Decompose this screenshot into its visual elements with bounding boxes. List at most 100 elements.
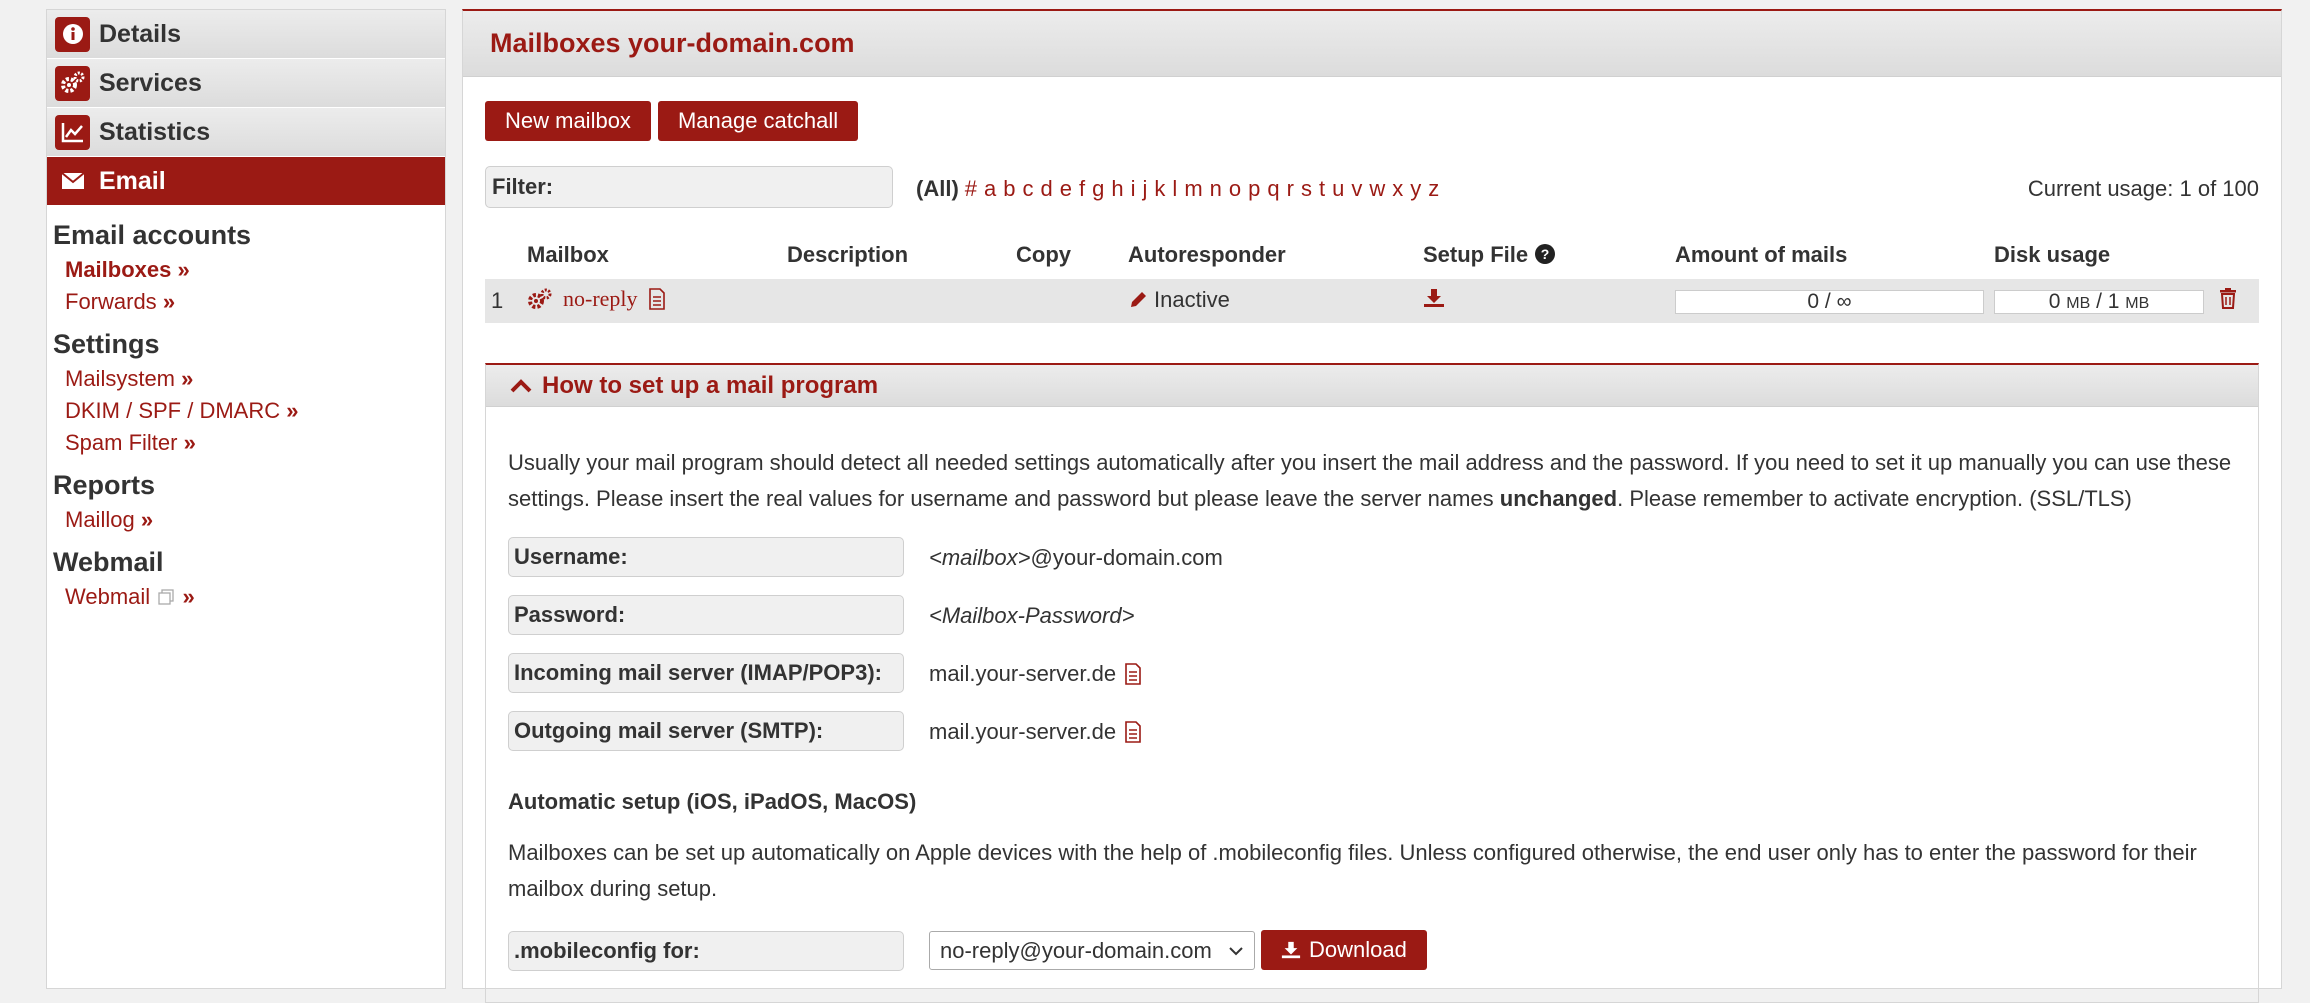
col-setup-file: Setup File ?	[1423, 231, 1675, 279]
howto-intro: Usually your mail program should detect …	[508, 450, 2232, 511]
sidebar-item-webmail[interactable]: Webmail »	[65, 584, 445, 610]
outgoing-server-value: mail.your-server.de	[929, 719, 1142, 745]
svg-text:?: ?	[1541, 246, 1550, 262]
chevron-up-icon	[510, 378, 532, 392]
letter-link[interactable]: r	[1287, 176, 1294, 201]
filter-input[interactable]: Filter:	[485, 166, 893, 208]
letter-filter: (All) # a b c d e f g h i j k l m n o p q r s t u v w x y z	[916, 176, 1446, 202]
col-amount: Amount of mails	[1675, 242, 1848, 267]
mailbox-link[interactable]: no-reply	[563, 286, 638, 312]
help-icon[interactable]: ?	[1534, 243, 1556, 265]
letter-link[interactable]: w	[1369, 176, 1385, 201]
autoresponder-cell[interactable]: Inactive	[1128, 279, 1423, 323]
document-icon[interactable]	[648, 288, 666, 310]
letter-all[interactable]: (All)	[916, 176, 959, 202]
section-settings: Settings	[53, 329, 160, 359]
external-window-icon	[158, 589, 174, 605]
download-icon	[1281, 941, 1301, 959]
sidebar-item-maillog[interactable]: Maillog »	[65, 507, 445, 533]
tab-details[interactable]: Details	[47, 10, 445, 59]
tab-label: Details	[99, 19, 181, 48]
sidebar-item-mailsystem[interactable]: Mailsystem »	[65, 366, 445, 392]
tab-services[interactable]: Services	[47, 59, 445, 108]
section-webmail: Webmail	[53, 547, 164, 577]
tab-label: Services	[99, 68, 202, 97]
letter-link[interactable]: g	[1092, 176, 1104, 201]
page-title: Mailboxes your-domain.com	[490, 28, 855, 58]
letter-link[interactable]: p	[1248, 176, 1260, 201]
letter-link[interactable]: x	[1392, 176, 1403, 201]
main-panel: Mailboxes your-domain.com New mailbox Ma…	[462, 9, 2282, 1003]
howto-toggle[interactable]: How to set up a mail program	[486, 365, 2258, 407]
letter-link[interactable]: s	[1301, 176, 1312, 201]
mobileconfig-select[interactable]: no-reply@your-domain.com	[929, 931, 1255, 970]
usage-counter: Current usage: 1 of 100	[2027, 176, 2259, 201]
tab-email[interactable]: Email	[47, 157, 445, 206]
mailbox-table: Mailbox Description Copy Autoresponder S…	[485, 231, 2259, 323]
letter-link[interactable]: d	[1041, 176, 1053, 201]
toolbar: New mailbox Manage catchall	[485, 101, 859, 141]
section-reports: Reports	[53, 470, 156, 500]
description-cell	[787, 279, 1016, 323]
section-email-accounts: Email accounts	[53, 220, 252, 250]
letter-link[interactable]: v	[1351, 176, 1362, 201]
auto-setup-text: Mailboxes can be set up automatically on…	[508, 840, 2197, 901]
letter-links: # a b c d e f g h i j k l m n o p q r s t u v w x y z	[965, 176, 1446, 202]
mailbox-cell: no-reply	[527, 279, 787, 323]
table-row: 1 no-reply Inactive 0 / ∞ 0 MB / 1 MB	[485, 279, 2259, 323]
mobileconfig-label: .mobileconfig for:	[508, 931, 904, 971]
letter-link[interactable]: u	[1332, 176, 1344, 201]
auto-setup-heading: Automatic setup (iOS, iPadOS, MacOS)	[508, 789, 917, 814]
letter-link[interactable]: h	[1111, 176, 1123, 201]
disk-bar: 0 MB / 1 MB	[1994, 290, 2204, 314]
letter-link[interactable]: e	[1060, 176, 1072, 201]
username-value: <mailbox>@your-domain.com	[929, 545, 1223, 570]
letter-link[interactable]: z	[1428, 176, 1439, 201]
howto-panel: How to set up a mail program Usually you…	[485, 363, 2259, 1003]
letter-link[interactable]: a	[984, 176, 996, 201]
letter-link[interactable]: o	[1229, 176, 1241, 201]
letter-link[interactable]: n	[1210, 176, 1222, 201]
letter-link[interactable]: t	[1319, 176, 1325, 201]
tab-label: Statistics	[99, 117, 211, 146]
letter-link[interactable]: #	[965, 176, 977, 201]
table-header-row: Mailbox Description Copy Autoresponder S…	[485, 231, 2259, 279]
sidebar-item-dkim[interactable]: DKIM / SPF / DMARC »	[65, 398, 445, 424]
letter-link[interactable]: k	[1154, 176, 1165, 201]
letter-link[interactable]: c	[1023, 176, 1034, 201]
download-button[interactable]: Download	[1261, 930, 1427, 970]
letter-link[interactable]: j	[1143, 176, 1148, 201]
col-autoresponder: Autoresponder	[1128, 242, 1286, 267]
letter-link[interactable]: b	[1003, 176, 1015, 201]
incoming-server-label: Incoming mail server (IMAP/POP3):	[508, 653, 904, 693]
letter-link[interactable]: q	[1267, 176, 1279, 201]
pencil-icon[interactable]	[1128, 290, 1148, 310]
col-copy: Copy	[1016, 242, 1071, 267]
trash-icon[interactable]	[2219, 287, 2237, 309]
password-value: <Mailbox-Password>	[929, 603, 1135, 628]
sidebar-item-forwards[interactable]: Forwards »	[65, 289, 445, 315]
incoming-server-value: mail.your-server.de	[929, 661, 1142, 687]
letter-link[interactable]: i	[1131, 176, 1136, 201]
manage-catchall-button[interactable]: Manage catchall	[657, 101, 859, 141]
username-label: Username:	[508, 537, 904, 577]
col-description: Description	[787, 242, 909, 267]
tab-statistics[interactable]: Statistics	[47, 108, 445, 157]
letter-link[interactable]: f	[1079, 176, 1085, 201]
sidebar-item-mailboxes[interactable]: Mailboxes »	[65, 257, 445, 283]
sidebar-nav: Email accounts Mailboxes » Forwards » Se…	[47, 220, 445, 610]
new-mailbox-button[interactable]: New mailbox	[485, 101, 651, 141]
info-icon	[55, 16, 90, 52]
amount-cell: 0 / ∞	[1675, 279, 1994, 323]
settings-icon[interactable]	[527, 288, 553, 310]
col-disk: Disk usage	[1994, 242, 2111, 267]
envelope-icon	[55, 164, 90, 199]
document-icon[interactable]	[1124, 721, 1142, 743]
download-icon[interactable]	[1423, 288, 1445, 308]
letter-link[interactable]: l	[1172, 176, 1177, 201]
sidebar-item-spam-filter[interactable]: Spam Filter »	[65, 430, 445, 456]
filter-label: Filter:	[492, 174, 554, 199]
document-icon[interactable]	[1124, 663, 1142, 685]
letter-link[interactable]: y	[1410, 176, 1421, 201]
letter-link[interactable]: m	[1184, 176, 1202, 201]
